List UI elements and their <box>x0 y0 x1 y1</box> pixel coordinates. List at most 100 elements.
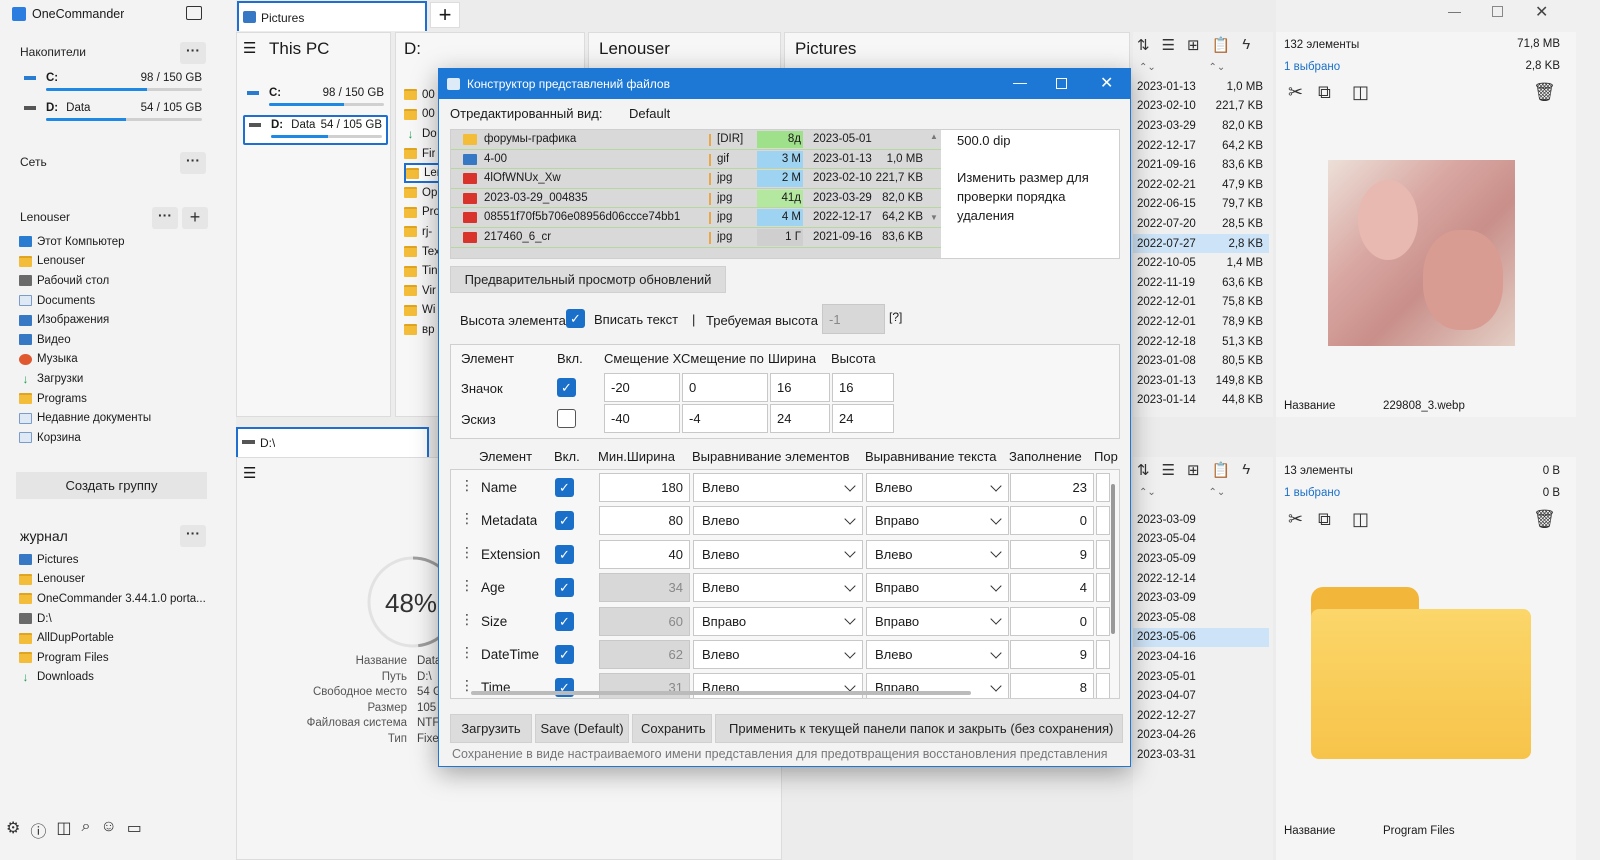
item-align-select[interactable]: Влево <box>693 640 863 669</box>
columns-scrollbar[interactable] <box>1108 474 1118 692</box>
clipboard-icon[interactable]: 📋 <box>1212 36 1231 54</box>
preview-row[interactable]: форумы-графика [DIR] 8д 2023-05-01 <box>451 130 941 150</box>
add-favorite-button[interactable]: + <box>182 207 208 229</box>
min-width-input[interactable]: 80 <box>599 506 690 536</box>
icon-row-checkbox[interactable]: ✓ <box>557 378 576 397</box>
file-row[interactable]: 2022-12-27 <box>1133 706 1269 726</box>
preview-row[interactable]: 217460_6_cr jpg 1 Г 2021-09-16 83,6 KB <box>451 228 941 248</box>
drag-handle-icon[interactable]: ⋮ <box>460 544 474 561</box>
text-align-select[interactable]: Влево <box>866 640 1009 669</box>
file-row[interactable]: 2023-03-29 82,0 KB <box>1133 116 1269 136</box>
file-row[interactable]: 2023-03-09 <box>1133 588 1269 608</box>
layout-icon[interactable]: ◫ <box>56 818 71 842</box>
item-align-select[interactable]: Влево <box>693 539 863 569</box>
icon-row-h-input[interactable]: 24 <box>832 404 894 433</box>
drive-item[interactable]: C: 98 / 150 GB <box>243 85 388 115</box>
drive-item[interactable]: D: Data 54 / 105 GB <box>20 100 206 130</box>
apply-close-button[interactable]: Применить к текущей панели папок и закры… <box>715 714 1123 743</box>
tab-d-root[interactable]: D:\ <box>236 427 429 457</box>
text-align-select[interactable]: Вправо <box>866 506 1009 536</box>
list-item[interactable]: Lenouser <box>19 570 219 590</box>
sort-icon[interactable]: ⇅ <box>1137 461 1150 479</box>
lightning-icon[interactable]: ϟ <box>1242 36 1250 54</box>
sort-chevrons[interactable]: ⌃⌄ ⌃⌄ <box>1139 62 1225 73</box>
file-row[interactable]: 2021-09-16 83,6 KB <box>1133 155 1269 175</box>
min-width-input[interactable]: 31 <box>599 673 690 698</box>
file-row[interactable]: 2022-12-14 <box>1133 569 1269 589</box>
list-item[interactable]: Lenouser <box>19 252 219 272</box>
cut-icon[interactable]: ✂ <box>1288 82 1303 103</box>
padding-input[interactable]: 4 <box>1010 573 1094 603</box>
padding-input[interactable]: 0 <box>1010 606 1094 636</box>
preview-updates-button[interactable]: Предварительный просмотр обновлений <box>450 266 726 293</box>
drive-item[interactable]: C: 98 / 150 GB <box>20 70 206 100</box>
maximize-button[interactable] <box>1492 6 1503 17</box>
drive-item[interactable]: D: Data 54 / 105 GB <box>243 115 388 145</box>
item-align-select[interactable]: Влево <box>693 573 863 603</box>
column-enabled-checkbox[interactable]: ✓ <box>555 511 574 531</box>
file-row[interactable]: 2023-05-04 <box>1133 530 1269 550</box>
list-item[interactable]: Видео <box>19 330 219 350</box>
preview-scrollbar[interactable]: ▲ ▼ <box>929 132 939 256</box>
create-group-button[interactable]: Создать группу <box>16 472 207 499</box>
item-align-select[interactable]: Влево <box>693 473 863 502</box>
columns-hscrollbar[interactable] <box>471 691 971 695</box>
required-height-input[interactable]: -1 <box>822 304 885 334</box>
item-align-select[interactable]: Вправо <box>693 606 863 636</box>
minimize-button[interactable]: — <box>1448 4 1461 19</box>
file-row[interactable]: 2022-07-27 2,8 KB <box>1133 233 1269 254</box>
close-button[interactable]: ✕ <box>1535 2 1548 22</box>
text-align-select[interactable]: Вправо <box>866 673 1009 698</box>
icon-row-checkbox[interactable] <box>557 409 576 428</box>
list-item[interactable]: Programs <box>19 389 219 409</box>
file-row[interactable]: 2022-10-05 1,4 MB <box>1133 253 1269 273</box>
text-align-select[interactable]: Влево <box>866 539 1009 569</box>
file-row[interactable]: 2023-03-09 <box>1133 510 1269 530</box>
list-item[interactable]: Недавние документы <box>19 408 219 428</box>
text-align-select[interactable]: Влево <box>866 473 1009 502</box>
file-row[interactable]: 2022-11-19 63,6 KB <box>1133 273 1269 293</box>
icon-row-h-input[interactable]: 16 <box>832 373 894 402</box>
padding-input[interactable]: 9 <box>1010 640 1094 669</box>
file-row[interactable]: 2023-01-14 44,8 KB <box>1133 391 1269 411</box>
dialog-titlebar[interactable]: Конструктор представлений файлов — ✕ <box>439 69 1130 99</box>
list-item[interactable]: Музыка <box>19 350 219 370</box>
file-row[interactable]: 2022-12-17 64,2 KB <box>1133 136 1269 156</box>
list-item[interactable]: ↓ Downloads <box>19 668 219 688</box>
text-align-select[interactable]: Вправо <box>866 606 1009 636</box>
column-enabled-checkbox[interactable]: ✓ <box>555 578 574 598</box>
image-thumbnail[interactable] <box>1328 160 1515 346</box>
file-row[interactable]: 2023-02-10 221,7 KB <box>1133 97 1269 117</box>
drag-handle-icon[interactable]: ⋮ <box>460 611 474 628</box>
column-enabled-checkbox[interactable]: ✓ <box>555 645 574 664</box>
compare-icon[interactable]: ◫ <box>1352 82 1369 103</box>
folder-thumbnail-icon[interactable] <box>1311 587 1531 759</box>
file-row[interactable]: 2022-12-18 51,3 KB <box>1133 332 1269 352</box>
item-align-select[interactable]: Влево <box>693 506 863 536</box>
preview-row[interactable]: 2023-03-29_004835 jpg 41д 2023-03-29 82,0 KB <box>451 189 941 209</box>
list-item[interactable]: Pictures <box>19 550 219 570</box>
icon-row-y-input[interactable]: 0 <box>682 373 768 402</box>
file-row[interactable]: 2023-05-06 <box>1133 627 1269 648</box>
file-row[interactable]: 2023-05-08 <box>1133 608 1269 628</box>
network-more-button[interactable]: ··· <box>180 152 206 174</box>
clipboard-icon[interactable]: 📋 <box>1212 461 1231 479</box>
file-row[interactable]: 2023-01-13 1,0 MB <box>1133 77 1269 97</box>
padding-input[interactable]: 8 <box>1010 673 1094 698</box>
list-item[interactable]: Корзина <box>19 428 219 448</box>
min-width-input[interactable]: 40 <box>599 539 690 569</box>
preview-row[interactable]: 4-00 gif 3 M 2023-01-13 1,0 MB <box>451 150 941 170</box>
drag-handle-icon[interactable]: ⋮ <box>460 510 474 527</box>
min-width-input[interactable]: 60 <box>599 606 690 636</box>
fit-text-checkbox[interactable]: ✓ <box>566 309 585 328</box>
file-row[interactable]: 2023-05-01 <box>1133 667 1269 687</box>
file-row[interactable]: 2023-04-07 <box>1133 686 1269 706</box>
list-item[interactable]: D:\ <box>19 609 219 629</box>
list-item[interactable]: Изображения <box>19 310 219 330</box>
column-enabled-checkbox[interactable]: ✓ <box>555 544 574 564</box>
min-width-input[interactable]: 180 <box>599 473 690 502</box>
copy-icon[interactable]: ⧉ <box>1318 509 1331 530</box>
padding-input[interactable]: 23 <box>1010 473 1094 502</box>
settings-icon[interactable]: ⚙ <box>6 818 20 842</box>
drag-handle-icon[interactable]: ⋮ <box>460 477 474 494</box>
